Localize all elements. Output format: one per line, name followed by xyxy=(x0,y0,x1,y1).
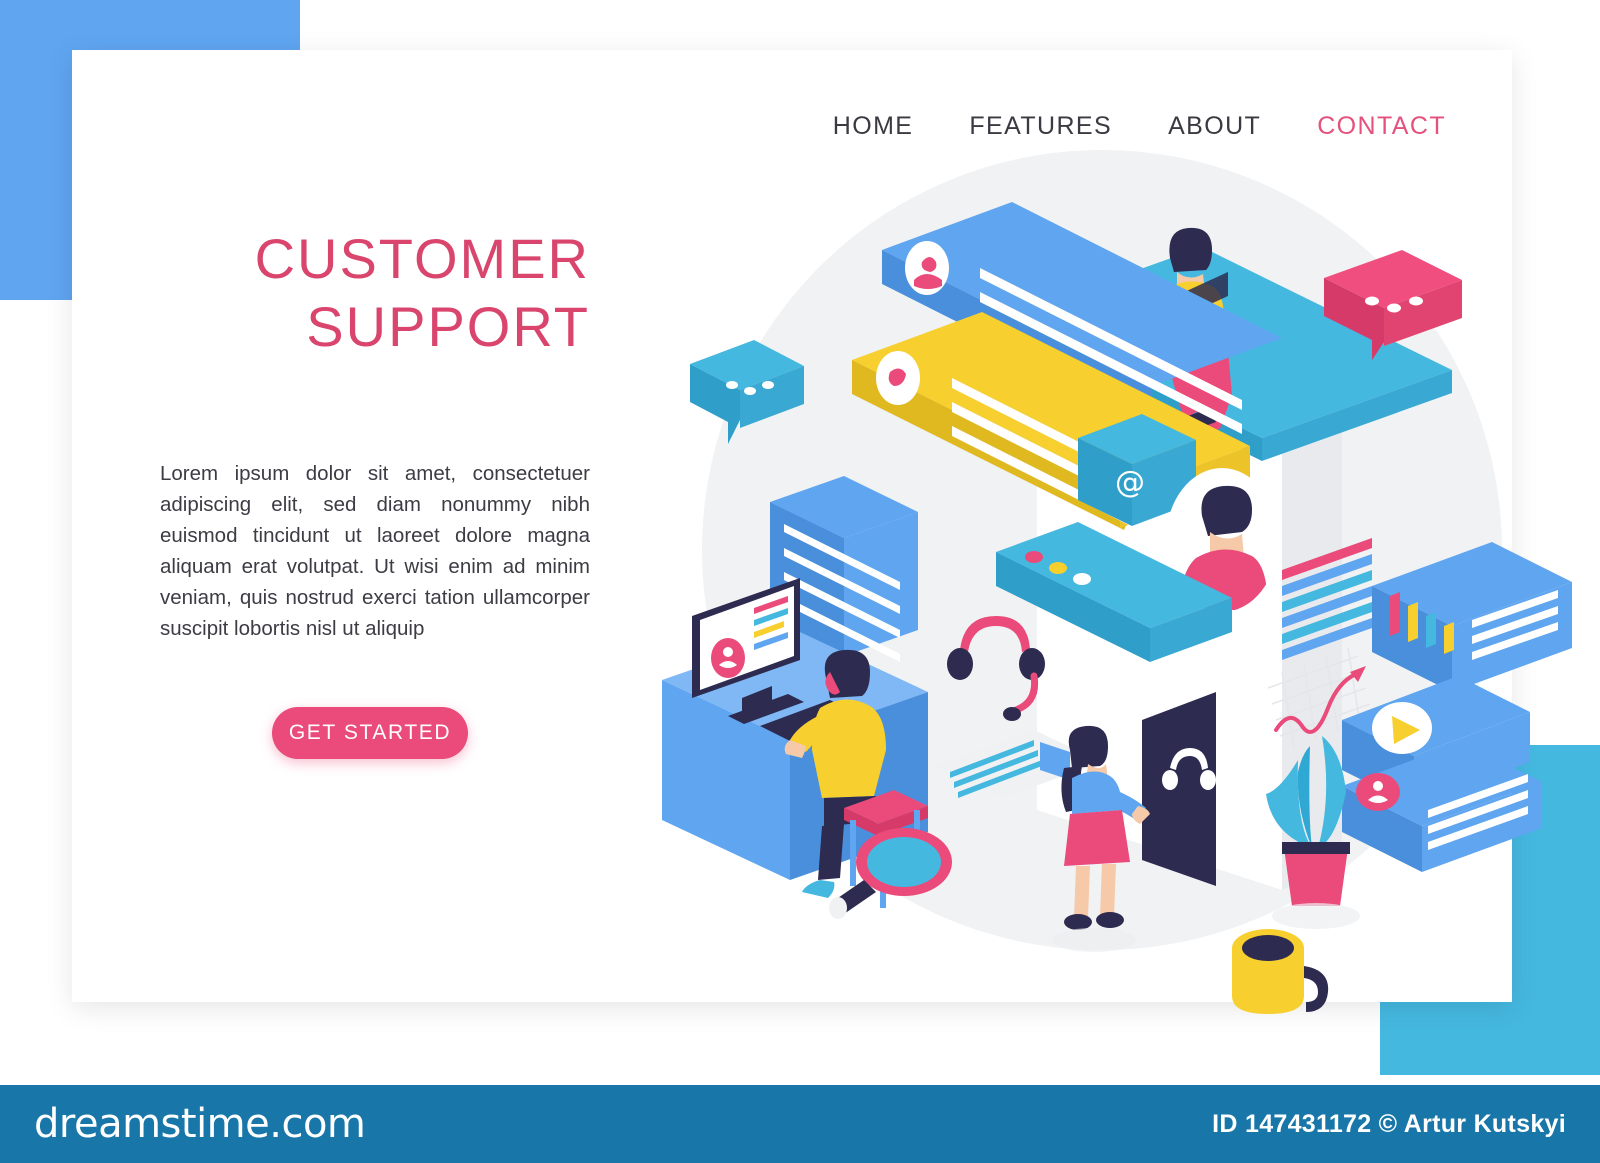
hero-card: HOME FEATURES ABOUT CONTACT CUSTOMER SUP… xyxy=(72,50,1572,1014)
get-started-button[interactable]: GET STARTED xyxy=(272,706,468,759)
stock-footer-bar: dreamstime.com ID 147431172 © Artur Kuts… xyxy=(0,1085,1600,1163)
svg-text:@: @ xyxy=(1115,465,1145,500)
dreamstime-logo: dreamstime.com xyxy=(34,1101,366,1147)
isometric-illustration: @ xyxy=(582,120,1572,1020)
hero-copy: CUSTOMER SUPPORT Lorem ipsum dolor sit a… xyxy=(160,225,590,759)
coffee-mug xyxy=(1232,929,1329,1014)
hero-paragraph: Lorem ipsum dolor sit amet, consectetuer… xyxy=(160,461,590,641)
page-title: CUSTOMER SUPPORT xyxy=(254,227,590,359)
image-credit: ID 147431172 © Artur Kutskyi xyxy=(1212,1109,1566,1138)
